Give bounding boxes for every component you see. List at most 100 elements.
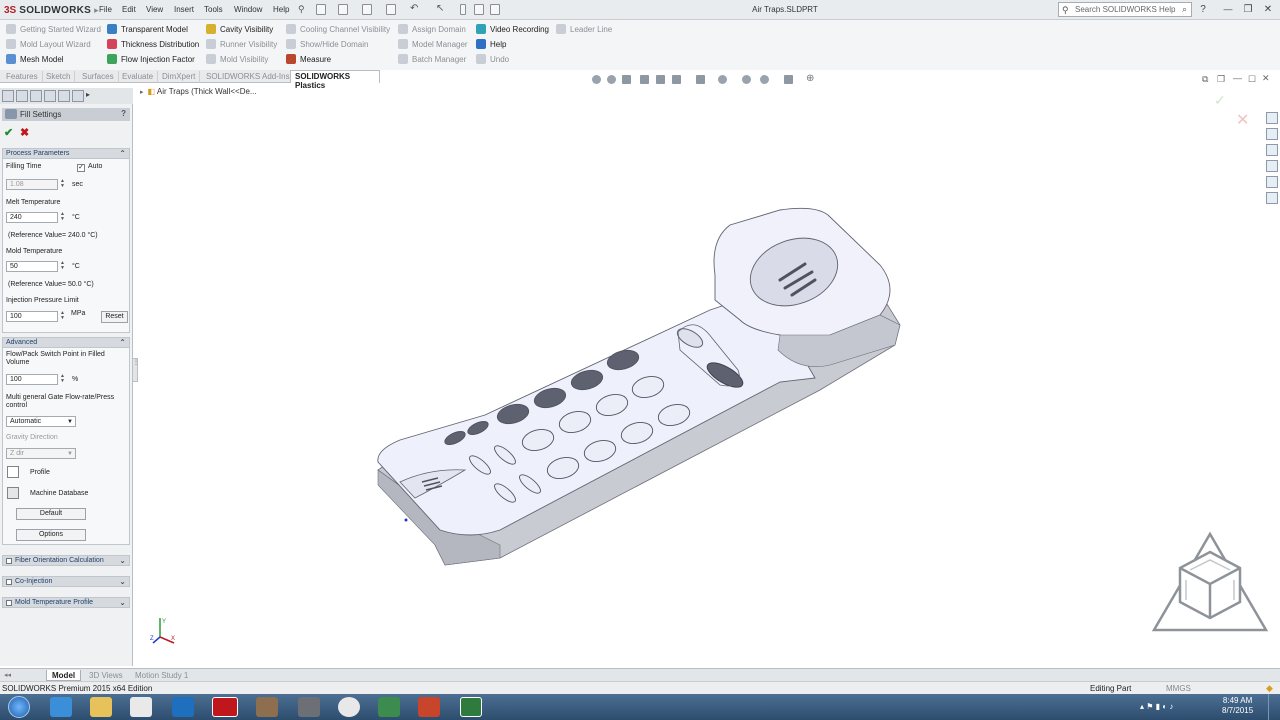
thickness-distribution-button[interactable]: Thickness Distribution: [107, 39, 199, 49]
options-icon[interactable]: [490, 4, 500, 15]
section-view-icon[interactable]: [640, 75, 649, 84]
getting-started-wizard-button[interactable]: Getting Started Wizard: [6, 24, 101, 34]
edit-appearance-icon[interactable]: [742, 75, 751, 84]
graphics-minimize-icon[interactable]: —: [1233, 73, 1242, 83]
save-icon[interactable]: [362, 4, 372, 15]
pin-icon[interactable]: ⚲: [298, 4, 305, 15]
appearances-icon[interactable]: [1266, 192, 1278, 204]
injection-pressure-field[interactable]: 100: [6, 311, 58, 322]
tab-evaluate[interactable]: Evaluate: [118, 71, 159, 83]
close-button[interactable]: ✕: [1261, 3, 1275, 16]
taskbar-clock[interactable]: 8:49 AM 8/7/2015: [1222, 696, 1253, 716]
dimxpert-manager-tab-icon[interactable]: [44, 90, 56, 102]
solidworks-2015-icon[interactable]: [298, 697, 320, 717]
show-hide-domain-button[interactable]: Show/Hide Domain: [286, 39, 368, 49]
graphics-restore-icon[interactable]: ❐: [1217, 74, 1225, 85]
switch-point-spinner[interactable]: ▲ ▼: [59, 374, 66, 385]
display-pane-icon[interactable]: ⊕: [806, 73, 814, 84]
injection-pressure-spinner[interactable]: ▲ ▼: [59, 311, 66, 322]
solidworks-logo[interactable]: 3S SOLIDWORKS ▸: [4, 2, 99, 18]
tab-3d-views[interactable]: 3D Views: [84, 670, 128, 681]
tab-scroll-left-icon[interactable]: ◂◂: [4, 671, 11, 679]
expand-chevron-icon[interactable]: ⌄: [119, 577, 126, 586]
undo-button[interactable]: Undo: [476, 54, 509, 64]
chrome-icon[interactable]: [338, 697, 360, 717]
gate-marker-icon[interactable]: [404, 518, 408, 522]
confirm-corner-ok-icon[interactable]: ✓: [1214, 92, 1226, 109]
tab-solidworks-plastics[interactable]: SOLIDWORKS Plastics: [290, 70, 380, 90]
view-palette-icon[interactable]: [1266, 176, 1278, 188]
advanced-header[interactable]: Advanced ⌃: [2, 337, 130, 348]
system-tray-icons[interactable]: ▴ ⚑ ▮ ◐ ♪: [1140, 702, 1173, 711]
undo-icon[interactable]: ↶: [410, 3, 418, 14]
resources-pane-icon[interactable]: [1266, 128, 1278, 140]
rebuild-icon[interactable]: [460, 4, 466, 15]
options-button[interactable]: Options: [16, 529, 86, 541]
video-recording-button[interactable]: Video Recording: [476, 24, 549, 34]
design-library-icon[interactable]: [1266, 144, 1278, 156]
view-selector-cube[interactable]: [1150, 530, 1270, 634]
help-button[interactable]: Help: [476, 39, 506, 49]
menu-window[interactable]: Window: [234, 5, 262, 14]
leader-line-button[interactable]: Leader Line: [556, 24, 612, 34]
media-player-icon[interactable]: [130, 697, 152, 717]
menu-tools[interactable]: Tools: [204, 5, 223, 14]
new-document-icon[interactable]: [316, 4, 326, 15]
outlook-icon[interactable]: [172, 697, 194, 717]
flow-injection-factor-button[interactable]: Flow Injection Factor: [107, 54, 195, 64]
melt-temperature-spinner[interactable]: ▲ ▼: [59, 212, 66, 223]
configuration-manager-tab-icon[interactable]: [30, 90, 42, 102]
help-flyout-icon[interactable]: ?: [1196, 3, 1210, 16]
view-settings-icon[interactable]: [784, 75, 793, 84]
print-icon[interactable]: [386, 4, 396, 15]
menu-view[interactable]: View: [146, 5, 163, 14]
expand-icon[interactable]: ▸: [140, 89, 144, 96]
display-style-icon[interactable]: [696, 75, 705, 84]
graphics-maximize-icon[interactable]: ☐: [1248, 74, 1256, 85]
show-desktop-button[interactable]: [1268, 694, 1280, 720]
confirm-corner-cancel-icon[interactable]: ✕: [1236, 110, 1249, 130]
collapse-chevron-icon[interactable]: ⌃: [119, 149, 126, 158]
mold-visibility-button[interactable]: Mold Visibility: [206, 54, 268, 64]
file-explorer-taskbar-icon[interactable]: [90, 697, 112, 717]
runner-visibility-button[interactable]: Runner Visibility: [206, 39, 277, 49]
gate-control-select[interactable]: Automatic ▼: [6, 416, 76, 427]
hide-show-items-icon[interactable]: [718, 75, 727, 84]
app-green-icon[interactable]: [378, 697, 400, 717]
feature-manager-tab-icon[interactable]: [2, 90, 14, 102]
melt-temperature-field[interactable]: 240: [6, 212, 58, 223]
mold-layout-wizard-button[interactable]: Mold Layout Wizard: [6, 39, 91, 49]
filling-time-spinner[interactable]: ▲ ▼: [59, 179, 66, 190]
transparent-model-button[interactable]: Transparent Model: [107, 24, 188, 34]
model-manager-button[interactable]: Model Manager: [398, 39, 468, 49]
menu-edit[interactable]: Edit: [122, 5, 136, 14]
default-button[interactable]: Default: [16, 508, 86, 520]
expand-chevron-icon[interactable]: ⌄: [119, 556, 126, 565]
logo-flyout-icon[interactable]: ▸: [94, 5, 99, 16]
collapse-chevron-icon[interactable]: ⌃: [119, 338, 126, 347]
tab-features[interactable]: Features: [2, 71, 43, 83]
group-checkbox[interactable]: [6, 600, 12, 606]
fiber-orientation-header[interactable]: Fiber Orientation Calculation ⌄: [2, 555, 130, 566]
unit-system[interactable]: MMGS: [1166, 684, 1191, 693]
file-explorer-icon[interactable]: [1266, 160, 1278, 172]
dynamic-annotation-icon[interactable]: [656, 75, 665, 84]
process-parameters-header[interactable]: Process Parameters ⌃: [2, 148, 130, 159]
zoom-to-area-icon[interactable]: [607, 75, 616, 84]
machine-database-icon[interactable]: [7, 487, 19, 499]
cooling-channel-visibility-button[interactable]: Cooling Channel Visibility: [286, 24, 390, 34]
search-go-icon[interactable]: ⌕: [1182, 4, 1187, 15]
tab-dimxpert[interactable]: DimXpert: [158, 71, 201, 83]
previous-view-icon[interactable]: [622, 75, 631, 84]
tab-model[interactable]: Model: [46, 670, 82, 681]
reset-button[interactable]: Reset: [101, 311, 128, 323]
search-input[interactable]: ⚲ Search SOLIDWORKS Help ⌕: [1058, 2, 1192, 17]
file-properties-icon[interactable]: [474, 4, 484, 15]
restore-button[interactable]: ❐: [1241, 3, 1255, 16]
filling-time-field[interactable]: 1.08: [6, 179, 58, 190]
start-button-icon[interactable]: [8, 696, 30, 718]
ok-check-icon[interactable]: ✔: [4, 126, 13, 139]
menu-insert[interactable]: Insert: [174, 5, 194, 14]
group-checkbox[interactable]: [6, 558, 12, 564]
co-injection-header[interactable]: Co-Injection ⌄: [2, 576, 130, 587]
